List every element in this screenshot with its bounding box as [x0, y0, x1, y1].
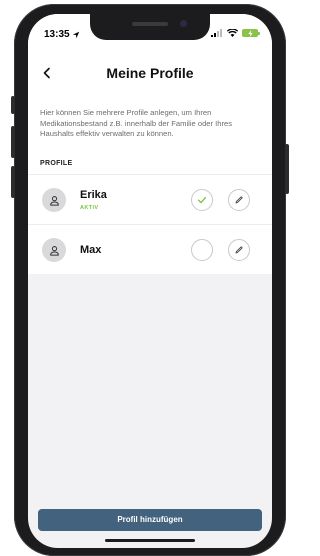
add-profile-button[interactable]: Profil hinzufügen — [38, 509, 262, 531]
phone-notch — [90, 14, 210, 40]
user-icon — [49, 245, 59, 256]
location-arrow-icon — [72, 31, 79, 38]
battery-charging-icon — [242, 29, 260, 37]
avatar — [42, 188, 66, 212]
edit-profile-button[interactable] — [228, 239, 250, 261]
select-profile-button[interactable] — [191, 189, 213, 211]
profile-row-erika[interactable]: Erika AKTIV — [28, 174, 272, 224]
time-text: 13:35 — [44, 29, 70, 40]
status-time: 13:35 — [44, 29, 80, 40]
front-camera — [180, 20, 187, 27]
pencil-icon — [235, 246, 243, 254]
select-profile-button[interactable] — [191, 239, 213, 261]
pencil-icon — [235, 196, 243, 204]
volume-up-button — [11, 126, 15, 158]
intro-text: Hier können Sie mehrere Profile anlegen,… — [28, 94, 272, 154]
profile-name: Erika — [80, 189, 107, 201]
user-icon — [49, 195, 59, 206]
signal-icon — [211, 29, 222, 37]
profile-status-badge: AKTIV — [80, 205, 99, 211]
edit-profile-button[interactable] — [228, 189, 250, 211]
profile-row-max[interactable]: Max — [28, 224, 272, 274]
power-button — [285, 144, 289, 194]
page-title: Meine Profile — [106, 65, 194, 81]
checkmark-icon — [197, 196, 207, 204]
profile-list: Erika AKTIV Max — [28, 174, 272, 274]
app-screen: 13:35 Meine Profile Hier können Sie mehr… — [28, 14, 272, 548]
wifi-icon — [227, 29, 238, 37]
avatar — [42, 238, 66, 262]
volume-down-button — [11, 166, 15, 198]
home-indicator — [105, 539, 195, 542]
mute-switch — [11, 96, 15, 114]
profile-name: Max — [80, 244, 102, 256]
nav-header: Meine Profile — [28, 54, 272, 94]
speaker-grille — [132, 22, 168, 26]
profiles-section-header: PROFILE — [28, 152, 272, 174]
status-icons — [211, 29, 260, 37]
